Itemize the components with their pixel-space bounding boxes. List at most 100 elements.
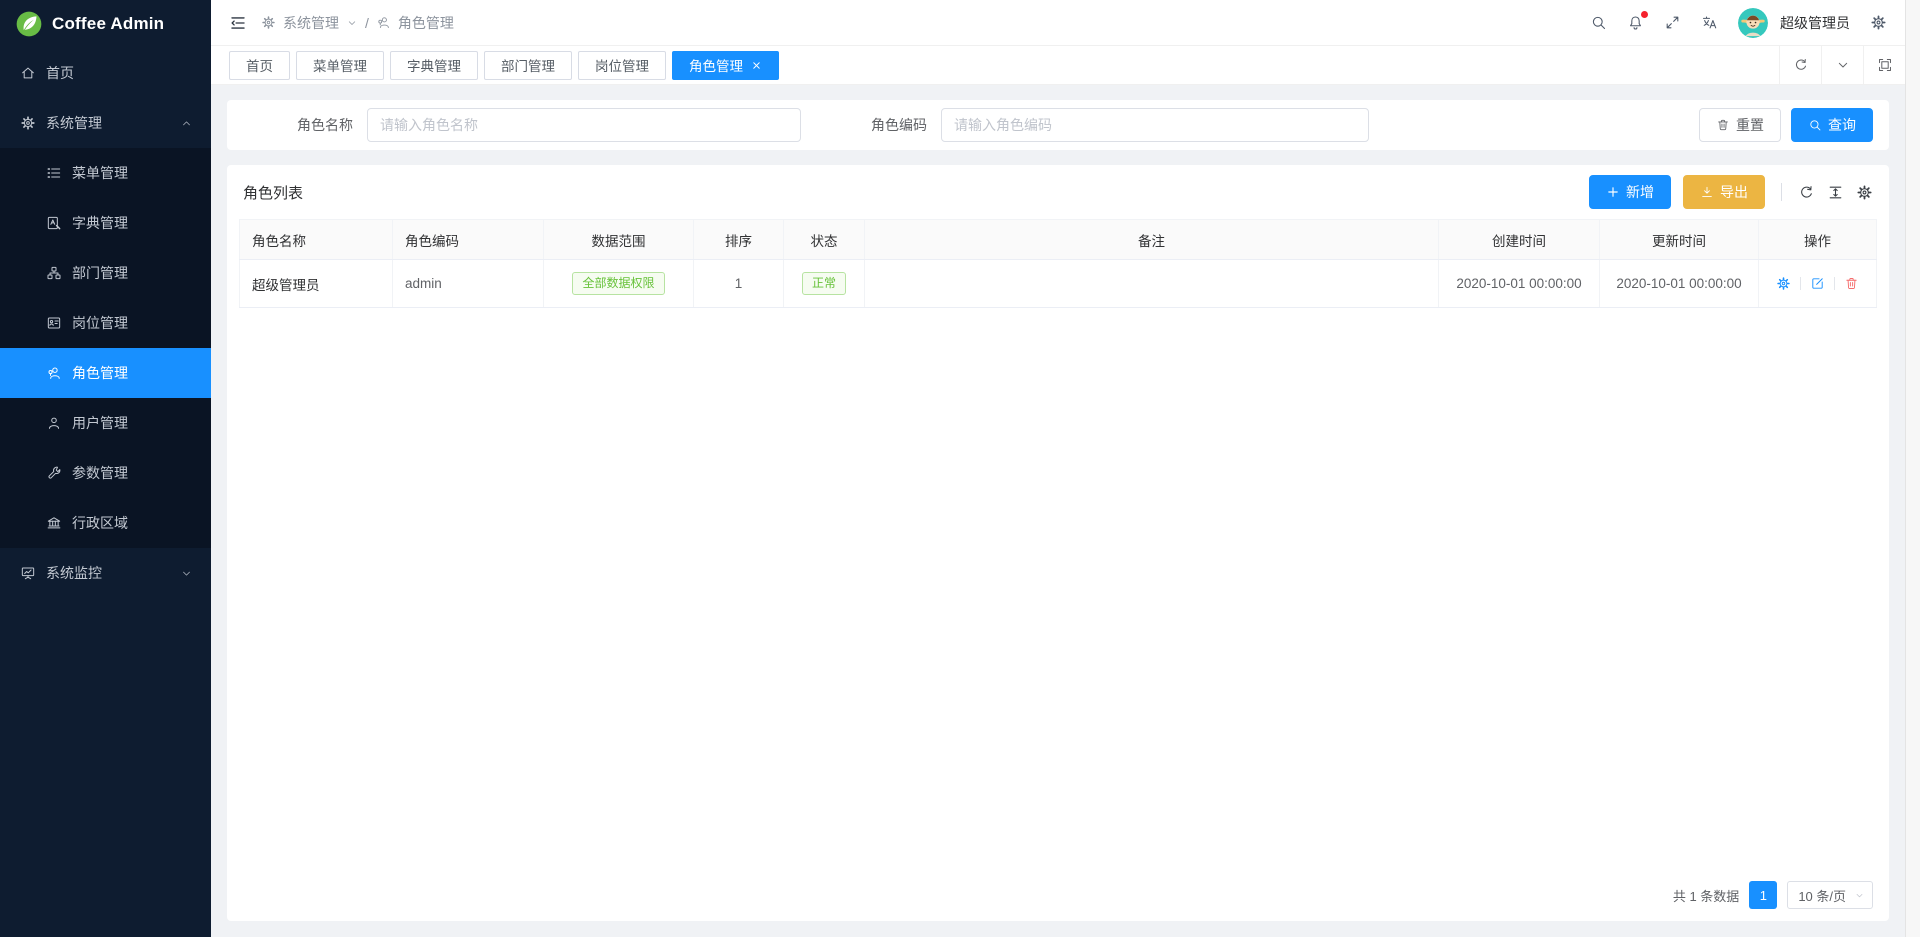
export-button[interactable]: 导出 [1683, 175, 1765, 209]
avatar-image [1738, 8, 1768, 38]
sidebar-item-home[interactable]: 首页 [0, 48, 211, 98]
app-root: Coffee Admin 首页 系统管理 菜单管理 字典管理 [0, 0, 1920, 937]
table-empty-space [227, 308, 1889, 871]
sidebar-item-label: 用户管理 [72, 413, 128, 433]
role-name-form-item: 角色名称 [283, 108, 801, 142]
page-size-select[interactable]: 10 条/页 [1787, 881, 1873, 909]
tabs-more-dropdown[interactable] [1821, 46, 1863, 84]
add-button-label: 新增 [1626, 182, 1654, 202]
role-name-input[interactable] [367, 108, 801, 142]
table-row[interactable]: 超级管理员 admin 全部数据权限 1 正常 2020-10 [240, 260, 1877, 308]
spring-leaf-logo-icon [16, 11, 42, 37]
settings-gear-icon[interactable] [1870, 14, 1887, 31]
cell-actions [1759, 260, 1877, 308]
trash-icon [1716, 118, 1730, 132]
reset-button-label: 重置 [1736, 115, 1764, 135]
col-header-sort[interactable]: 排序 [694, 220, 784, 260]
sidebar-item-label: 行政区域 [72, 513, 128, 533]
row-delete-trash-icon[interactable] [1844, 276, 1859, 291]
col-header-status[interactable]: 状态 [784, 220, 865, 260]
user-avatar[interactable] [1738, 8, 1768, 38]
chevron-down-icon [1854, 890, 1865, 901]
sidebar-item-label: 系统监控 [46, 563, 102, 583]
search-icon[interactable] [1590, 14, 1607, 31]
breadcrumb-level2: 角色管理 [398, 13, 454, 33]
cell-role-name: 超级管理员 [240, 260, 393, 308]
scrollbar[interactable] [1905, 0, 1920, 937]
role-list-card: 角色列表 新增 导出 [227, 165, 1889, 921]
sidebar-item-dict-management[interactable]: 字典管理 [0, 198, 211, 248]
sidebar-item-user-management[interactable]: 用户管理 [0, 398, 211, 448]
sidebar-menu: 首页 系统管理 菜单管理 字典管理 部门管理 [0, 48, 211, 598]
col-header-role-code[interactable]: 角色编码 [393, 220, 544, 260]
col-header-updated[interactable]: 更新时间 [1600, 220, 1759, 260]
sidebar-item-label: 部门管理 [72, 263, 128, 283]
tab-home[interactable]: 首页 [229, 51, 290, 80]
sidebar-item-post-management[interactable]: 岗位管理 [0, 298, 211, 348]
add-button[interactable]: 新增 [1589, 175, 1671, 209]
sidebar-item-label: 参数管理 [72, 463, 128, 483]
sidebar-item-system-monitor[interactable]: 系统监控 [0, 548, 211, 598]
row-permission-gear-icon[interactable] [1776, 276, 1791, 291]
sidebar: Coffee Admin 首页 系统管理 菜单管理 字典管理 [0, 0, 211, 937]
query-button[interactable]: 查询 [1791, 108, 1873, 142]
close-icon[interactable] [751, 60, 762, 71]
user-icon [46, 415, 62, 431]
col-header-created[interactable]: 创建时间 [1439, 220, 1600, 260]
sidebar-item-role-management[interactable]: 角色管理 [0, 348, 211, 398]
open-tabs: 首页 菜单管理 字典管理 部门管理 岗位管理 角色管理 [211, 51, 1779, 80]
cell-status: 正常 [784, 260, 865, 308]
sidebar-item-label: 系统管理 [46, 113, 102, 133]
sidebar-item-system-management[interactable]: 系统管理 [0, 98, 211, 148]
role-code-input[interactable] [941, 108, 1369, 142]
sidebar-item-label: 岗位管理 [72, 313, 128, 333]
menu-fold-icon[interactable] [229, 14, 247, 32]
table-refresh-icon[interactable] [1798, 184, 1815, 201]
sidebar-item-label: 角色管理 [72, 363, 128, 383]
pagination-page-1[interactable]: 1 [1749, 881, 1777, 909]
col-header-role-name[interactable]: 角色名称 [240, 220, 393, 260]
card-header: 角色列表 新增 导出 [227, 165, 1889, 219]
wrench-icon [46, 465, 62, 481]
cell-created-time: 2020-10-01 00:00:00 [1439, 260, 1600, 308]
sidebar-item-label: 首页 [46, 63, 74, 83]
content-maximize-button[interactable] [1863, 46, 1905, 84]
pagination: 共 1 条数据 1 10 条/页 [1657, 871, 1889, 921]
fullscreen-icon[interactable] [1664, 14, 1681, 31]
col-header-data-scope[interactable]: 数据范围 [544, 220, 694, 260]
breadcrumb-level1[interactable]: 系统管理 [283, 13, 339, 33]
row-edit-icon[interactable] [1810, 276, 1825, 291]
breadcrumb-separator: / [365, 15, 369, 31]
tab-dict-management[interactable]: 字典管理 [390, 51, 478, 80]
sidebar-item-label: 菜单管理 [72, 163, 128, 183]
role-people-icon [46, 365, 62, 381]
chevron-up-icon [180, 117, 193, 130]
user-name[interactable]: 超级管理员 [1780, 13, 1850, 33]
tabs-refresh-button[interactable] [1779, 46, 1821, 84]
tab-label: 菜单管理 [313, 55, 367, 75]
data-scope-tag: 全部数据权限 [572, 272, 664, 294]
reset-button[interactable]: 重置 [1699, 108, 1781, 142]
notifications-button[interactable] [1627, 14, 1644, 31]
org-tree-icon [46, 265, 62, 281]
role-code-form-item: 角色编码 [857, 108, 1369, 142]
tab-menu-management[interactable]: 菜单管理 [296, 51, 384, 80]
monitor-board-icon [20, 565, 36, 581]
row-height-icon[interactable] [1827, 184, 1844, 201]
translate-icon[interactable] [1701, 14, 1718, 31]
tab-post-management[interactable]: 岗位管理 [578, 51, 666, 80]
tab-role-management[interactable]: 角色管理 [672, 51, 779, 80]
sidebar-item-menu-management[interactable]: 菜单管理 [0, 148, 211, 198]
column-settings-gear-icon[interactable] [1856, 184, 1873, 201]
status-badge: 正常 [802, 272, 846, 294]
list-icon [46, 165, 62, 181]
sidebar-item-param-management[interactable]: 参数管理 [0, 448, 211, 498]
cell-role-code: admin [393, 260, 544, 308]
main-area: 系统管理 / 角色管理 [211, 0, 1905, 937]
col-header-remark[interactable]: 备注 [865, 220, 1439, 260]
sidebar-item-dept-management[interactable]: 部门管理 [0, 248, 211, 298]
toolbar-divider [1781, 183, 1782, 201]
sidebar-item-admin-region[interactable]: 行政区域 [0, 498, 211, 548]
page-content: 角色名称 角色编码 重置 查询 [211, 85, 1905, 937]
tab-dept-management[interactable]: 部门管理 [484, 51, 572, 80]
